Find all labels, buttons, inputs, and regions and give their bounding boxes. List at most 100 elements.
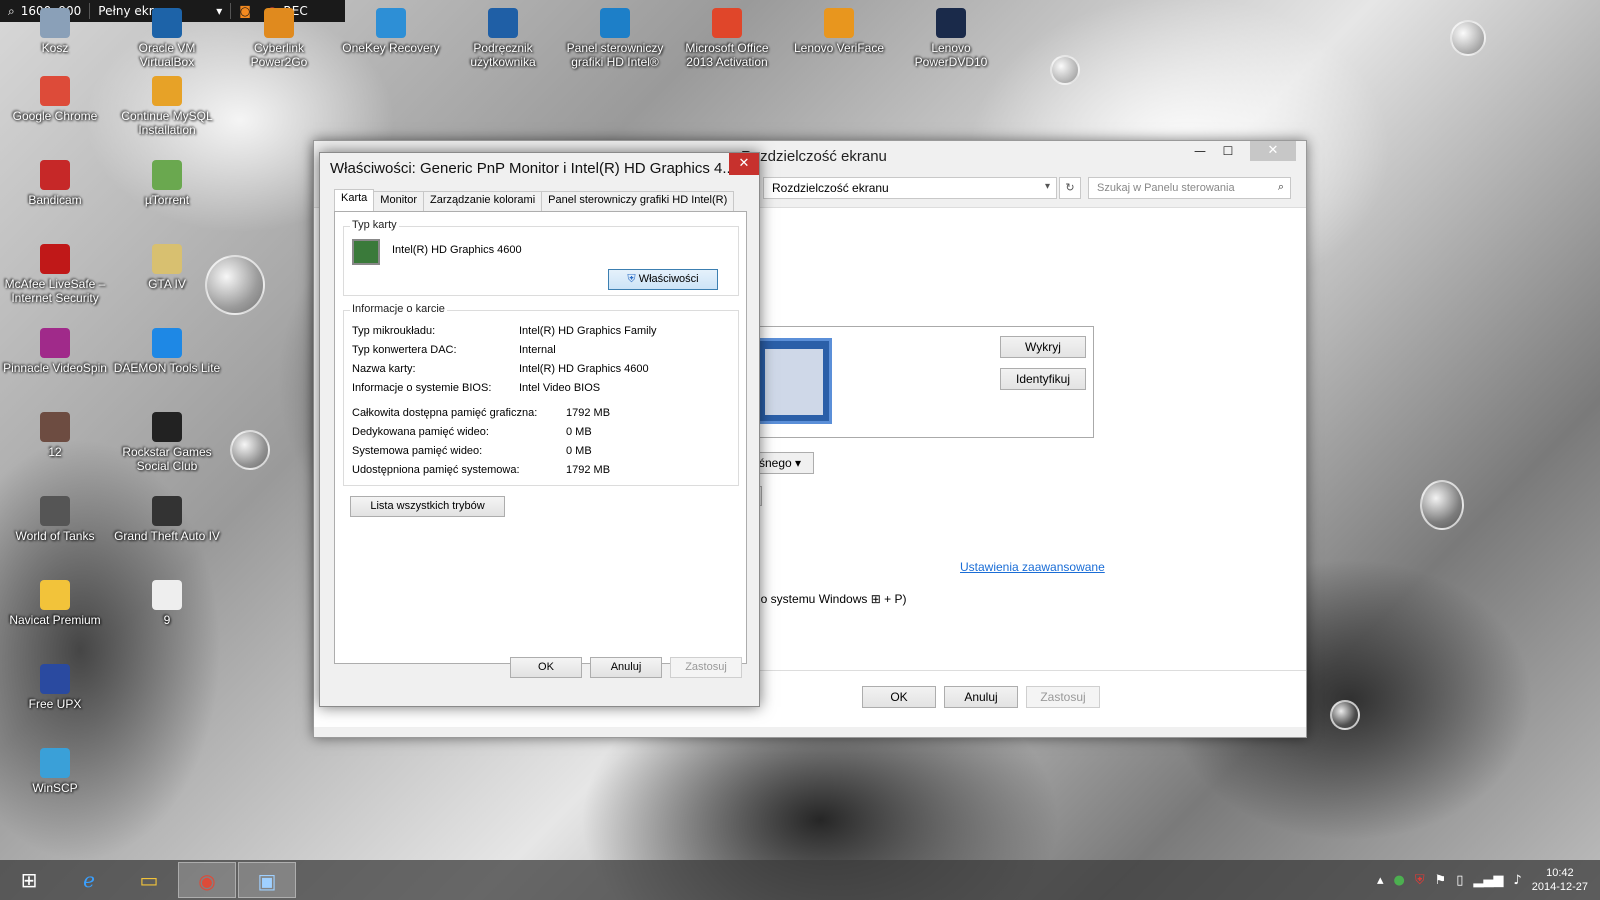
chrome-icon[interactable]: ◉ [178, 862, 236, 898]
desktop-icon[interactable]: 12 [0, 412, 110, 459]
taskbar: ⊞ ℯ ▭ ◉ ▣ ▴ ● ⛨ ⚑ ▯ ▂▄▆ ♪ 10:42 2014-12-… [0, 860, 1600, 900]
tab-1[interactable]: Monitor [373, 191, 424, 211]
desktop-icon-label: Microsoft Office 2013 Activation [685, 41, 769, 69]
apply-button[interactable]: Zastosuj [1026, 686, 1100, 708]
desktop-icon[interactable]: GTA IV [112, 244, 222, 291]
desktop-icon[interactable]: Bandicam [0, 160, 110, 207]
desktop-icon-label: 12 [48, 445, 62, 459]
desktop-icon[interactable]: 9 [112, 580, 222, 627]
control-panel-icon[interactable]: ▣ [238, 862, 296, 898]
desktop-icon[interactable]: WinSCP [0, 748, 110, 795]
detect-button[interactable]: Wykryj [1000, 336, 1086, 358]
tray-status-icon[interactable]: ● [1394, 873, 1405, 888]
system-tray: ▴ ● ⛨ ⚑ ▯ ▂▄▆ ♪ 10:42 2014-12-27 [1377, 860, 1600, 900]
clock[interactable]: 10:42 2014-12-27 [1532, 866, 1588, 894]
apply-button[interactable]: Zastosuj [670, 657, 742, 678]
close-icon: ✕ [738, 156, 750, 171]
info-label: Informacje o systemie BIOS: [352, 382, 492, 394]
desktop-icon[interactable]: Podręcznik użytkownika [448, 8, 558, 69]
virtualbox-icon [152, 8, 182, 38]
identify-button[interactable]: Identyfikuj [1000, 368, 1086, 390]
info-label: Typ mikroukładu: [352, 325, 436, 337]
mcafee-tray-icon[interactable]: ⛨ [1415, 873, 1425, 888]
close-button[interactable]: ✕ [1250, 141, 1296, 161]
mysql-icon [152, 76, 182, 106]
maximize-button[interactable]: ☐ [1214, 141, 1242, 161]
tab-0[interactable]: Karta [334, 189, 375, 211]
adapter-properties-button[interactable]: ⛨ Właściwości [608, 269, 718, 290]
desktop-icon-label: µTorrent [144, 193, 190, 207]
monitor-icon[interactable] [754, 338, 832, 424]
desktop-icon-label: GTA IV [148, 277, 186, 291]
cancel-button[interactable]: Anuluj [944, 686, 1018, 708]
desktop-icon-label: Google Chrome [12, 109, 98, 123]
desktop-icon[interactable]: Kosz [0, 8, 110, 55]
desktop-icon[interactable]: Grand Theft Auto IV [112, 496, 222, 543]
desktop-icon[interactable]: Rockstar Games Social Club [112, 412, 222, 473]
desktop-icon[interactable]: DAEMON Tools Lite [112, 328, 222, 375]
windows-logo-icon: ⊞ [870, 592, 881, 606]
tab-3[interactable]: Panel sterowniczy grafiki HD Intel(R) [541, 191, 735, 211]
graphics-card-icon [352, 239, 380, 265]
desktop-icon[interactable]: Panel sterowniczy grafiki HD Intel® [560, 8, 670, 69]
desktop-icon[interactable]: Free UPX [0, 664, 110, 711]
world-of-tanks-icon [40, 496, 70, 526]
list-all-modes-button[interactable]: Lista wszystkich trybów [350, 496, 505, 517]
desktop-icon[interactable]: OneKey Recovery [336, 8, 446, 55]
desktop-icon[interactable]: Pinnacle VideoSpin [0, 328, 110, 375]
adapter-type-group: Typ karty Intel(R) HD Graphics 4600 ⛨ Wł… [343, 219, 739, 296]
desktop-icon-label: DAEMON Tools Lite [113, 361, 221, 375]
chevron-down-icon[interactable]: ▾ [1045, 181, 1050, 192]
desktop-icon-label: WinSCP [32, 781, 78, 795]
network-signal-icon[interactable]: ▂▄▆ [1473, 873, 1503, 888]
file-explorer-icon[interactable]: ▭ [120, 862, 178, 898]
desktop-icon[interactable]: McAfee LiveSafe – Internet Security [0, 244, 110, 305]
desktop-icon[interactable]: Lenovo VeriFace [784, 8, 894, 55]
desktop-icon[interactable]: Lenovo PowerDVD10 [896, 8, 1006, 69]
search-input[interactable]: Szukaj w Panelu sterowania ⌕ [1088, 177, 1291, 199]
projector-text: go systemu Windows [754, 592, 868, 606]
desktop-icon[interactable]: Google Chrome [0, 76, 110, 123]
desktop-icon[interactable]: Microsoft Office 2013 Activation [672, 8, 782, 69]
clock-date: 2014-12-27 [1531, 881, 1588, 893]
mcafee-icon [40, 244, 70, 274]
desktop-icon[interactable]: World of Tanks [0, 496, 110, 543]
desktop-icon[interactable]: Cyberlink Power2Go [224, 8, 334, 69]
info-label: Typ konwertera DAC: [352, 344, 457, 356]
folder-12-icon [40, 412, 70, 442]
internet-explorer-icon[interactable]: ℯ [60, 862, 118, 898]
volume-icon[interactable]: ♪ [1513, 873, 1521, 888]
windows-start-icon[interactable]: ⊞ [0, 862, 58, 898]
uac-shield-icon: ⛨ [627, 273, 636, 285]
orientation-select[interactable]: śnego ▾ [754, 452, 814, 474]
tab-2[interactable]: Zarządzanie kolorami [422, 191, 543, 211]
select-value: śnego [759, 456, 792, 470]
memory-value: 1792 MB [566, 407, 611, 419]
dialog-title: Właściwości: Generic PnP Monitor i Intel… [330, 160, 735, 177]
desktop-icon[interactable]: Navicat Premium [0, 580, 110, 627]
refresh-button[interactable]: ↻ [1059, 177, 1081, 199]
desktop-icon[interactable]: µTorrent [112, 160, 222, 207]
rockstar-icon [152, 412, 182, 442]
advanced-settings-link[interactable]: Ustawienia zaawansowane [960, 560, 1105, 574]
desktop-icon[interactable]: Oracle VM VirtualBox [112, 8, 222, 69]
minimize-button[interactable]: — [1186, 141, 1214, 161]
info-label: Nazwa karty: [352, 363, 416, 375]
desktop-icon-label: Lenovo VeriFace [793, 41, 885, 55]
address-bar[interactable]: Rozdzielczość ekranu ▾ [763, 177, 1057, 199]
desktop-icon[interactable]: Continue MySQL Installation [112, 76, 222, 137]
battery-icon[interactable]: ▯ [1456, 873, 1463, 888]
wallpaper-bubble [1450, 20, 1486, 56]
ok-button[interactable]: OK [510, 657, 582, 678]
desktop-icon-label: Oracle VM VirtualBox [138, 41, 196, 69]
close-button[interactable]: ✕ [729, 153, 759, 175]
window-title: Rozdzielczość ekranu [741, 148, 887, 165]
desktop-icon-label: Continue MySQL Installation [121, 109, 213, 137]
cancel-button[interactable]: Anuluj [590, 657, 662, 678]
power2go-icon [264, 8, 294, 38]
user-guide-icon [488, 8, 518, 38]
action-center-icon[interactable]: ⚑ [1435, 873, 1447, 888]
office-icon [712, 8, 742, 38]
show-hidden-icons-icon[interactable]: ▴ [1377, 873, 1384, 888]
ok-button[interactable]: OK [862, 686, 936, 708]
